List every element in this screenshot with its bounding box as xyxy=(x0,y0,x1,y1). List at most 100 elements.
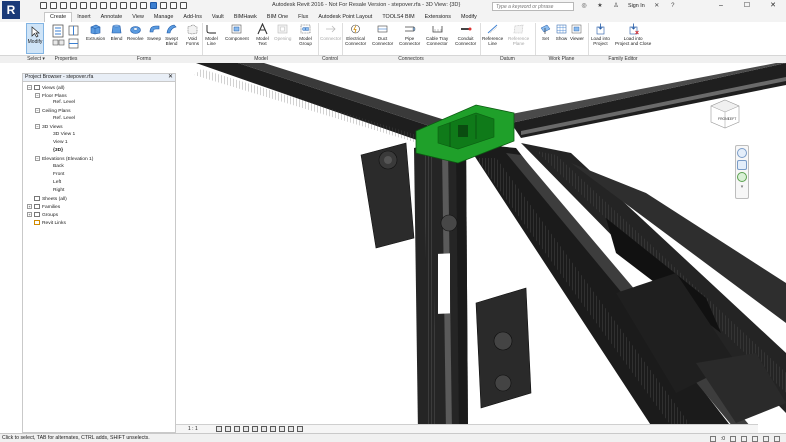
measure-icon[interactable] xyxy=(100,2,107,9)
tree-node-floor-plans[interactable]: − Floor Plans xyxy=(35,93,67,100)
viewcube[interactable]: FRONT LEFT xyxy=(707,97,743,133)
tree-node-elevations[interactable]: − Elevations (Elevation 1) xyxy=(35,156,93,163)
undo-icon[interactable] xyxy=(70,2,77,9)
cable-tray-connector-button[interactable]: Cable Tray Connector xyxy=(426,23,448,46)
tree-node-families[interactable]: + Families xyxy=(27,204,60,211)
electrical-connector-button[interactable]: Electrical Connector xyxy=(345,23,366,46)
select-underlay-icon[interactable] xyxy=(730,436,736,442)
tree-leaf-ceiling-ref-level[interactable]: Ref. Level xyxy=(53,116,75,122)
tab-extensions[interactable]: Extensions xyxy=(420,12,456,22)
opening-button[interactable]: Opening xyxy=(274,23,291,41)
tab-view[interactable]: View xyxy=(127,12,149,22)
select-by-face-icon[interactable] xyxy=(752,436,758,442)
collapse-icon[interactable]: − xyxy=(35,93,40,98)
binoculars-icon[interactable]: ◎ xyxy=(580,2,588,10)
swept-blend-button[interactable]: Swept Blend xyxy=(165,23,178,46)
show-crop-icon[interactable] xyxy=(261,426,267,432)
reference-plane-button[interactable]: Reference Plane xyxy=(508,23,529,46)
search-input[interactable] xyxy=(492,2,574,11)
exchange-icon[interactable]: ✕ xyxy=(653,2,661,10)
void-forms-button[interactable]: Void Forms xyxy=(186,23,199,46)
sweep-button[interactable]: Sweep xyxy=(147,23,161,41)
tree-leaf-left[interactable]: Left xyxy=(53,180,61,186)
select-pinned-icon[interactable] xyxy=(741,436,747,442)
help-icon[interactable]: ? xyxy=(669,2,677,10)
properties-icon[interactable] xyxy=(52,24,66,52)
reference-line-button[interactable]: Reference Line xyxy=(482,23,503,46)
model-group-button[interactable]: Model Group xyxy=(299,23,312,46)
family-types-icon[interactable] xyxy=(68,25,80,53)
close-hidden-icon[interactable] xyxy=(160,2,167,9)
customize-qat-icon[interactable] xyxy=(180,2,187,9)
pipe-connector-button[interactable]: Pipe Connector xyxy=(399,23,420,46)
tab-modify[interactable]: Modify xyxy=(456,12,482,22)
drag-elements-icon[interactable] xyxy=(763,436,769,442)
tree-node-groups[interactable]: + Groups xyxy=(27,212,58,219)
redo-icon[interactable] xyxy=(80,2,87,9)
tab-insert[interactable]: Insert xyxy=(72,12,95,22)
tab-create[interactable]: Create xyxy=(44,12,73,22)
tree-node-revit-links[interactable]: Revit Links xyxy=(27,220,66,227)
duct-connector-button[interactable]: Duct Connector xyxy=(372,23,393,46)
tree-leaf-back[interactable]: Back xyxy=(53,164,64,170)
tab-bim-one[interactable]: BIM One xyxy=(262,12,293,22)
user-icon[interactable]: ♙ xyxy=(612,2,620,10)
zoom-icon[interactable] xyxy=(737,160,747,170)
tab-point-layout[interactable]: Autodesk Point Layout xyxy=(313,12,377,22)
save-icon[interactable] xyxy=(50,2,57,9)
filter-icon[interactable] xyxy=(774,436,780,442)
sync-icon[interactable] xyxy=(60,2,67,9)
tab-add-ins[interactable]: Add-Ins xyxy=(178,12,207,22)
tab-vault[interactable]: Vault xyxy=(207,12,229,22)
collapse-icon[interactable]: − xyxy=(35,108,40,113)
tab-bimhawk[interactable]: BIMHawk xyxy=(229,12,262,22)
reveal-hidden-icon[interactable] xyxy=(288,426,294,432)
close-button[interactable]: ✕ xyxy=(760,0,786,12)
3d-view-icon[interactable] xyxy=(130,2,137,9)
model-text-button[interactable]: Model Text xyxy=(256,23,269,46)
collapse-icon[interactable]: − xyxy=(35,124,40,129)
shadows-icon[interactable] xyxy=(243,426,249,432)
lock-view-icon[interactable] xyxy=(270,426,276,432)
blend-button[interactable]: Blend xyxy=(110,23,123,41)
component-button[interactable]: Component xyxy=(225,23,249,41)
tab-tools4bim[interactable]: TOOLS4 BIM xyxy=(377,12,419,22)
load-into-project-button[interactable]: Load into Project xyxy=(591,23,610,46)
view-scale[interactable]: 1 : 1 xyxy=(188,426,198,432)
navbar-menu-icon[interactable]: ▾ xyxy=(736,184,748,190)
section-icon[interactable] xyxy=(140,2,147,9)
steering-wheel-icon[interactable] xyxy=(737,148,747,158)
expand-icon[interactable]: + xyxy=(27,212,32,217)
set-work-plane-button[interactable]: Set xyxy=(539,23,552,41)
tree-leaf-3d-view-1[interactable]: 3D View 1 xyxy=(53,132,75,138)
conduit-connector-button[interactable]: Conduit Connector xyxy=(455,23,476,46)
dimension-icon[interactable] xyxy=(110,2,117,9)
maximize-button[interactable]: ☐ xyxy=(734,0,760,12)
tab-flux[interactable]: Flux xyxy=(293,12,313,22)
tree-node-ceiling-plans[interactable]: − Ceiling Plans xyxy=(35,108,71,115)
sun-path-icon[interactable] xyxy=(234,426,240,432)
load-into-project-and-close-button[interactable]: Load into Project and Close xyxy=(615,23,651,46)
expand-icon[interactable]: + xyxy=(27,204,32,209)
tree-node-views-all[interactable]: − Views (all) xyxy=(27,85,64,92)
crop-view-icon[interactable] xyxy=(252,426,258,432)
tree-leaf-3d-default[interactable]: {3D} xyxy=(53,148,63,154)
collapse-icon[interactable]: − xyxy=(35,156,40,161)
analytical-model-icon[interactable] xyxy=(297,426,303,432)
subscription-icon[interactable]: ★ xyxy=(596,2,604,10)
tab-annotate[interactable]: Annotate xyxy=(96,12,128,22)
tree-node-3d-views[interactable]: −3D Views xyxy=(35,124,63,131)
sign-in-link[interactable]: Sign In xyxy=(628,3,645,9)
thin-lines-icon[interactable] xyxy=(150,2,157,9)
show-work-plane-button[interactable]: Show xyxy=(555,23,568,41)
3d-viewport[interactable]: FRONT LEFT ▾ xyxy=(176,63,786,433)
tree-leaf-view-1[interactable]: View 1 xyxy=(53,140,68,146)
project-browser-close-icon[interactable]: ✕ xyxy=(168,74,173,81)
visual-style-icon[interactable] xyxy=(225,426,231,432)
tree-leaf-right[interactable]: Right xyxy=(53,188,64,194)
tree-leaf-floor-ref-level[interactable]: Ref. Level xyxy=(53,100,75,106)
select-links-icon[interactable] xyxy=(709,436,716,442)
modify-button[interactable]: Modify xyxy=(26,23,44,54)
extrusion-button[interactable]: Extrusion xyxy=(86,23,105,41)
control-button[interactable]: Connector xyxy=(320,23,341,41)
